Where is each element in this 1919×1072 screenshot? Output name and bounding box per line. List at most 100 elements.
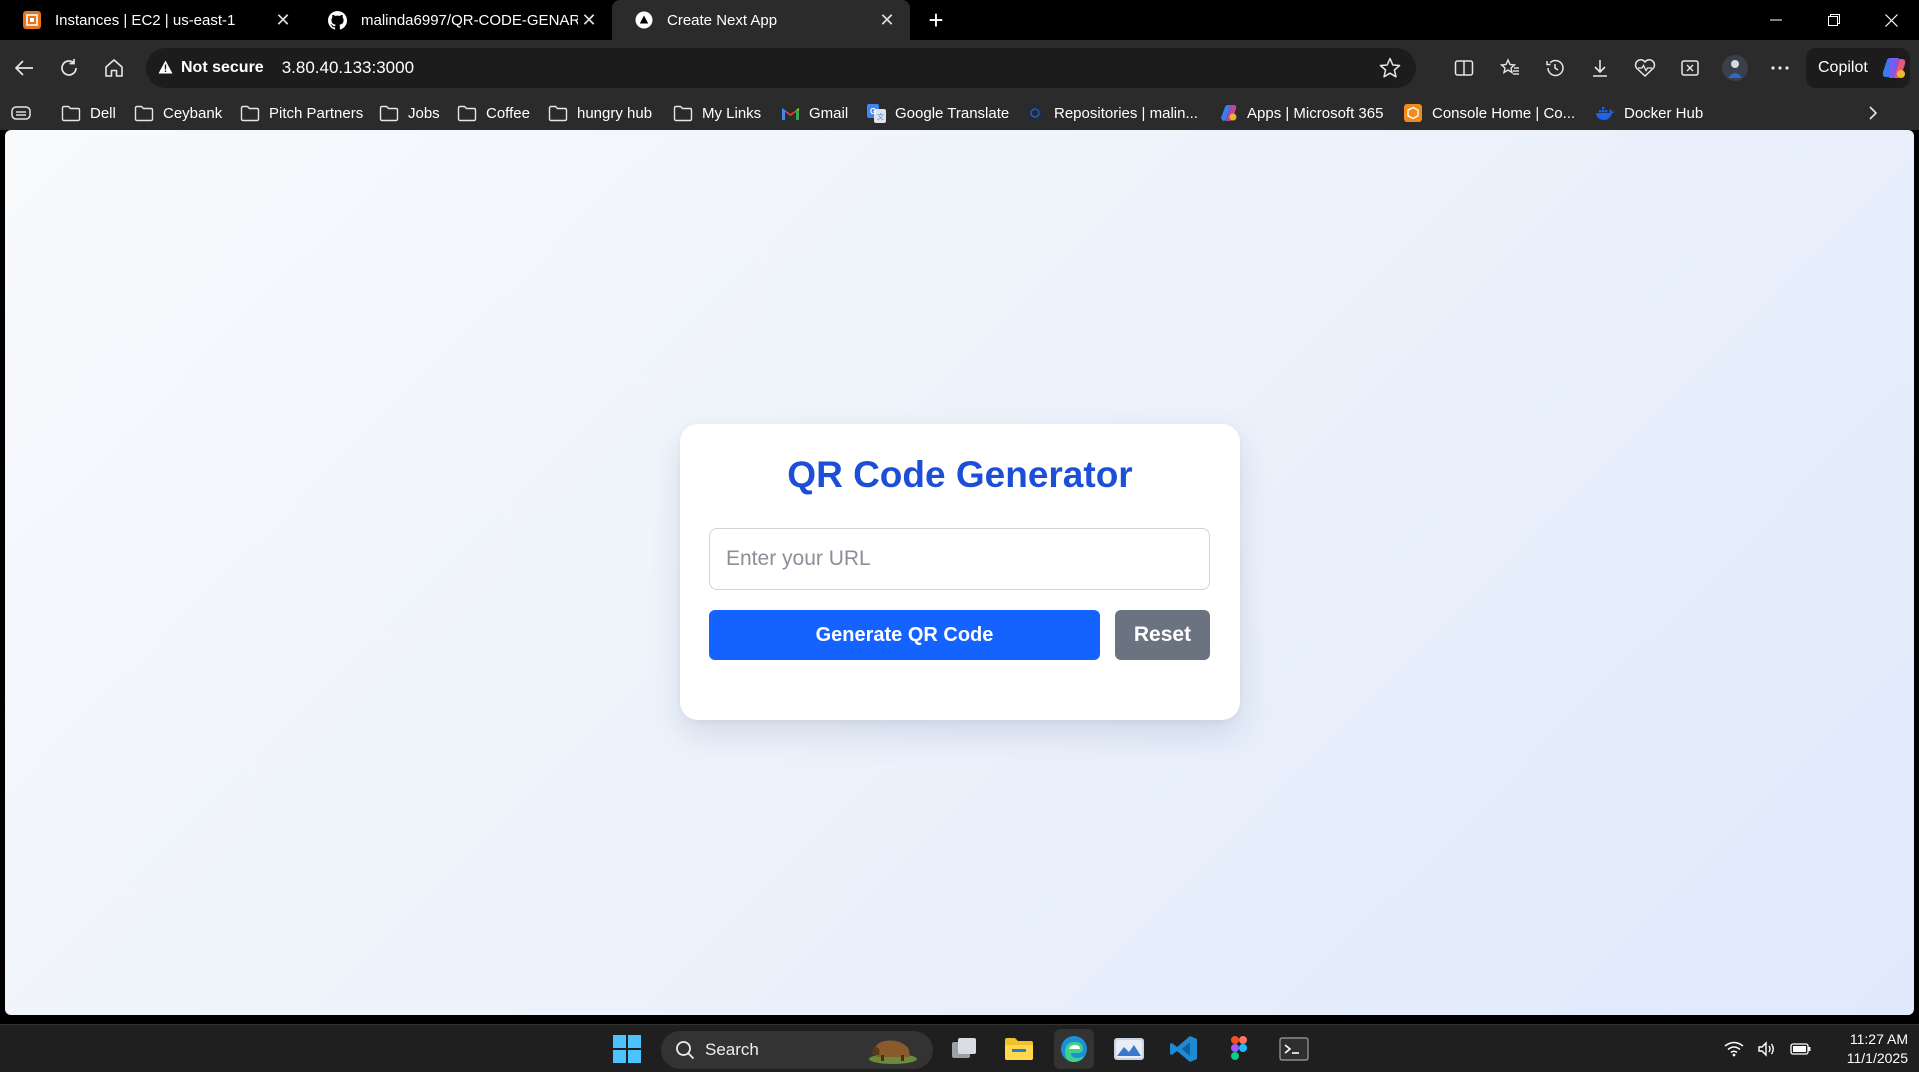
clock-time: 11:27 AM (1849, 1031, 1908, 1047)
bookmarks-bar: Dell Ceybank Pitch Partners Jobs Coffee … (0, 96, 1919, 130)
figma-icon[interactable] (1219, 1029, 1259, 1069)
bookmark-label: Google Translate (895, 104, 1010, 122)
volume-icon[interactable] (1758, 1041, 1776, 1057)
reset-button[interactable]: Reset (1115, 610, 1210, 660)
bookmark-google-translate[interactable]: G文 Google Translate (866, 100, 1009, 126)
url-input[interactable] (709, 528, 1210, 590)
bookmark-label: Ceybank (163, 104, 223, 122)
bookmark-folder-dell[interactable]: Dell (61, 100, 116, 126)
start-button[interactable] (607, 1029, 647, 1069)
more-options-icon[interactable] (1762, 50, 1798, 86)
bookmark-folder-hungry-hub[interactable]: hungry hub (548, 100, 652, 126)
security-label[interactable]: Not secure (181, 59, 264, 77)
folder-icon (240, 104, 260, 122)
search-icon (675, 1040, 695, 1060)
page-viewport: QR Code Generator Generate QR Code Reset (5, 130, 1914, 1015)
qr-generator-card: QR Code Generator Generate QR Code Reset (680, 424, 1240, 720)
page-title: QR Code Generator (787, 454, 1133, 495)
profile-avatar[interactable] (1717, 50, 1753, 86)
translate-icon: G文 (866, 103, 886, 123)
close-tab-icon[interactable]: ✕ (272, 10, 294, 31)
bookmark-repositories[interactable]: Repositories | malin... (1025, 100, 1198, 126)
svg-text:G: G (870, 107, 876, 116)
copilot-icon (1880, 55, 1908, 81)
clock-date: 11/1/2025 (1846, 1050, 1908, 1066)
tab-title: malinda6997/QR-CODE-GENARATOR (361, 11, 578, 29)
home-button[interactable] (96, 50, 132, 86)
folder-icon (548, 104, 568, 122)
copilot-label: Copilot (1818, 59, 1868, 76)
docker-icon (1595, 104, 1615, 122)
bookmark-folder-jobs[interactable]: Jobs (379, 100, 440, 126)
bookmark-gmail[interactable]: Gmail (780, 100, 848, 126)
tab-strip: Instances | EC2 | us-east-1 ✕ malinda699… (0, 0, 1919, 40)
folder-icon (379, 104, 399, 122)
generate-qr-button[interactable]: Generate QR Code (709, 610, 1100, 660)
folder-icon (457, 104, 477, 122)
bookmarks-overflow-chevron-icon[interactable] (1866, 100, 1880, 126)
screenshot-icon[interactable] (1672, 50, 1708, 86)
address-bar[interactable]: Not secure 3.80.40.133:3000 (146, 48, 1416, 88)
favorites-icon[interactable] (1492, 50, 1528, 86)
copilot-button[interactable]: Copilot (1806, 48, 1910, 88)
task-view-icon[interactable] (944, 1029, 984, 1069)
taskbar-search[interactable]: Search (661, 1031, 933, 1069)
folder-icon (134, 104, 154, 122)
split-screen-icon[interactable] (1446, 50, 1482, 86)
refresh-button[interactable] (51, 50, 87, 86)
bookmark-label: Pitch Partners (269, 104, 364, 122)
search-label: Search (705, 1040, 759, 1059)
restore-button[interactable] (1805, 0, 1863, 40)
bookmark-label: Coffee (486, 104, 530, 122)
bookmark-label: Repositories | malin... (1054, 104, 1198, 122)
tab-title: Instances | EC2 | us-east-1 (55, 11, 236, 29)
m365-icon (1218, 104, 1238, 122)
battery-icon[interactable] (1790, 1042, 1812, 1056)
bookmark-folder-pitch-partners[interactable]: Pitch Partners (240, 100, 363, 126)
close-tab-icon[interactable]: ✕ (578, 10, 600, 31)
wifi-icon[interactable] (1724, 1041, 1744, 1057)
bookmark-label: My Links (702, 104, 762, 122)
tab-create-next-app[interactable]: Create Next App ✕ (612, 0, 910, 40)
close-window-button[interactable] (1862, 0, 1919, 40)
url-text[interactable]: 3.80.40.133:3000 (282, 58, 414, 78)
file-explorer-icon[interactable] (999, 1029, 1039, 1069)
github-icon (328, 10, 347, 30)
bookmark-microsoft-365[interactable]: Apps | Microsoft 365 (1218, 100, 1383, 126)
aws-icon (22, 11, 41, 30)
folder-icon (673, 104, 693, 122)
repo-icon (1025, 104, 1045, 122)
bookmark-folder-ceybank[interactable]: Ceybank (134, 100, 222, 126)
favorite-star-icon[interactable] (1378, 56, 1402, 80)
bookmark-label: Docker Hub (1624, 104, 1704, 122)
tab-github-repo[interactable]: malinda6997/QR-CODE-GENARATOR ✕ (306, 0, 612, 40)
photos-app-icon[interactable] (1109, 1029, 1149, 1069)
history-icon[interactable] (1537, 50, 1573, 86)
gmail-icon (780, 104, 800, 122)
bookmark-folder-coffee[interactable]: Coffee (457, 100, 530, 126)
windows-taskbar: Search 11:27 AM 11/1/2025 (0, 1024, 1919, 1072)
nextjs-icon (634, 11, 653, 30)
system-clock[interactable]: 11:27 AM 11/1/2025 (1818, 1030, 1908, 1068)
vscode-icon[interactable] (1164, 1029, 1204, 1069)
edge-browser-icon[interactable] (1054, 1029, 1094, 1069)
new-tab-button[interactable]: + (920, 4, 952, 36)
browser-essentials-icon[interactable] (1627, 50, 1663, 86)
warning-icon (158, 60, 173, 77)
bison-illustration-icon (863, 1035, 919, 1065)
minimize-button[interactable] (1747, 0, 1805, 40)
bookmarks-menu-icon[interactable] (10, 100, 32, 126)
close-tab-icon[interactable]: ✕ (876, 10, 898, 31)
aws-icon (1403, 104, 1423, 122)
bookmark-console-home[interactable]: Console Home | Co... (1403, 100, 1575, 126)
back-button[interactable] (6, 50, 42, 86)
svg-text:文: 文 (877, 112, 884, 121)
bookmark-label: Jobs (408, 104, 440, 122)
bookmark-folder-my-links[interactable]: My Links (673, 100, 761, 126)
bookmark-label: hungry hub (577, 104, 653, 122)
download-icon[interactable] (1582, 50, 1618, 86)
bookmark-docker-hub[interactable]: Docker Hub (1595, 100, 1703, 126)
browser-toolbar: Not secure 3.80.40.133:3000 Copilot (0, 40, 1919, 96)
tab-ec2-instances[interactable]: Instances | EC2 | us-east-1 ✕ (0, 0, 306, 40)
terminal-icon[interactable] (1274, 1029, 1314, 1069)
